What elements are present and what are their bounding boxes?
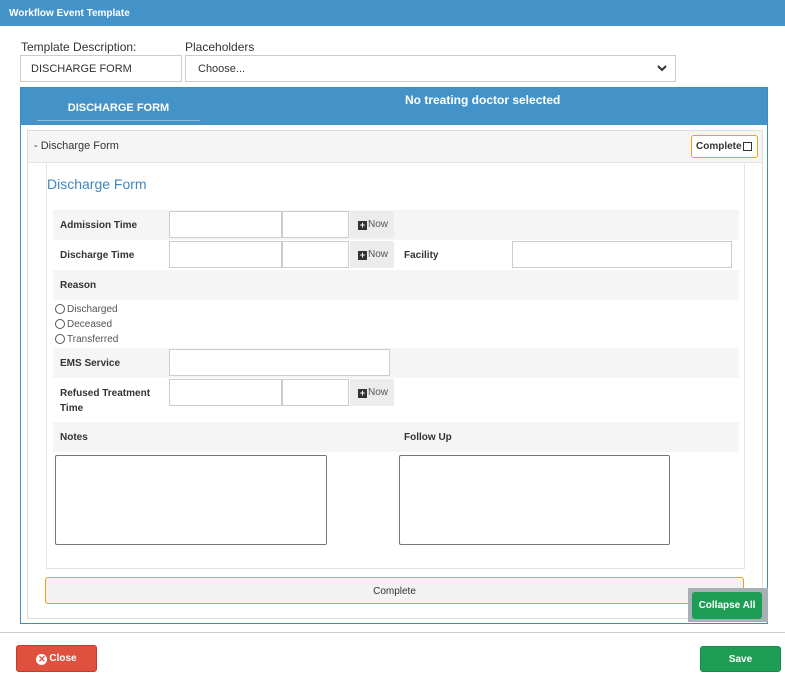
tab-discharge-form[interactable]: DISCHARGE FORM <box>37 92 200 121</box>
discharge-panel: DISCHARGE FORM No treating doctor select… <box>20 87 768 624</box>
now-label: Now <box>368 219 389 230</box>
close-label: Close <box>49 653 77 664</box>
follow-up-label: Follow Up <box>404 432 452 443</box>
notes-row: Notes Follow Up <box>53 422 739 452</box>
collapse-all-button[interactable]: Collapse All <box>692 592 762 619</box>
admission-now-button[interactable]: + Now <box>350 211 394 238</box>
radio-button[interactable] <box>55 334 65 344</box>
radio-button[interactable] <box>55 319 65 329</box>
template-description-label: Template Description: <box>21 40 137 54</box>
refused-now-button[interactable]: + Now <box>350 379 394 406</box>
ems-service-label: EMS Service <box>60 358 121 369</box>
ems-service-row: EMS Service <box>53 348 739 378</box>
reason-label: Reason <box>60 280 97 291</box>
checkbox[interactable] <box>743 142 752 151</box>
window-title: Workflow Event Template <box>0 0 785 26</box>
radio-label: Transferred <box>67 334 119 345</box>
reason-option-transferred[interactable]: Transferred <box>55 334 118 345</box>
panel-header: DISCHARGE FORM No treating doctor select… <box>21 88 767 125</box>
discharge-time-row: Discharge Time + Now Facility <box>53 240 739 270</box>
admission-time-label: Admission Time <box>60 220 138 231</box>
radio-label: Deceased <box>67 319 113 330</box>
admission-time-input[interactable] <box>282 211 349 238</box>
admission-time-row: Admission Time + Now <box>53 210 739 240</box>
follow-up-textarea[interactable] <box>399 455 670 545</box>
plus-icon: + <box>358 388 367 398</box>
discharge-date-input[interactable] <box>169 241 282 268</box>
placeholders-select[interactable]: Choose... <box>185 55 676 82</box>
template-description-input[interactable] <box>20 55 182 82</box>
form-body: Discharge Form Admission Time + Now Disch… <box>46 164 745 569</box>
radio-button[interactable] <box>55 304 65 314</box>
reason-option-discharged[interactable]: Discharged <box>55 304 118 315</box>
plus-icon: + <box>358 250 367 260</box>
footer-divider <box>0 632 785 633</box>
reason-option-deceased[interactable]: Deceased <box>55 319 112 330</box>
placeholders-select-value: Choose... <box>198 63 246 75</box>
placeholders-label: Placeholders <box>185 40 255 54</box>
doctor-status: No treating doctor selected <box>405 93 561 107</box>
notes-textarea[interactable] <box>55 455 327 545</box>
close-icon: ✕ <box>36 654 48 665</box>
refused-treatment-row: Refused Treatment Time + Now <box>53 378 739 418</box>
facility-label: Facility <box>404 250 439 261</box>
plus-icon: + <box>358 220 367 230</box>
admission-date-input[interactable] <box>169 211 282 238</box>
form-title: Discharge Form <box>47 176 147 192</box>
section-title: - Discharge Form <box>34 140 119 152</box>
section-header[interactable]: - Discharge Form Complete <box>28 131 762 163</box>
now-label: Now <box>368 249 389 260</box>
reason-row: Reason <box>53 270 739 300</box>
facility-input[interactable] <box>512 241 732 268</box>
refused-date-input[interactable] <box>169 379 282 406</box>
complete-label: Complete <box>696 141 742 152</box>
refused-treatment-label: Refused Treatment Time <box>60 388 151 414</box>
complete-button[interactable]: Complete <box>45 577 744 604</box>
notes-label: Notes <box>60 432 88 443</box>
save-button[interactable]: Save <box>700 646 781 672</box>
discharge-now-button[interactable]: + Now <box>350 241 394 268</box>
close-button[interactable]: ✕ Close <box>16 645 97 672</box>
chevron-down-icon <box>657 65 667 72</box>
complete-checkbox-button[interactable]: Complete <box>691 135 758 158</box>
radio-label: Discharged <box>67 304 118 315</box>
discharge-time-input[interactable] <box>282 241 349 268</box>
discharge-form-section: - Discharge Form Complete Discharge Form… <box>27 130 763 619</box>
now-label: Now <box>368 387 389 398</box>
ems-service-input[interactable] <box>169 349 390 376</box>
discharge-time-label: Discharge Time <box>60 250 135 261</box>
refused-time-input[interactable] <box>282 379 349 406</box>
